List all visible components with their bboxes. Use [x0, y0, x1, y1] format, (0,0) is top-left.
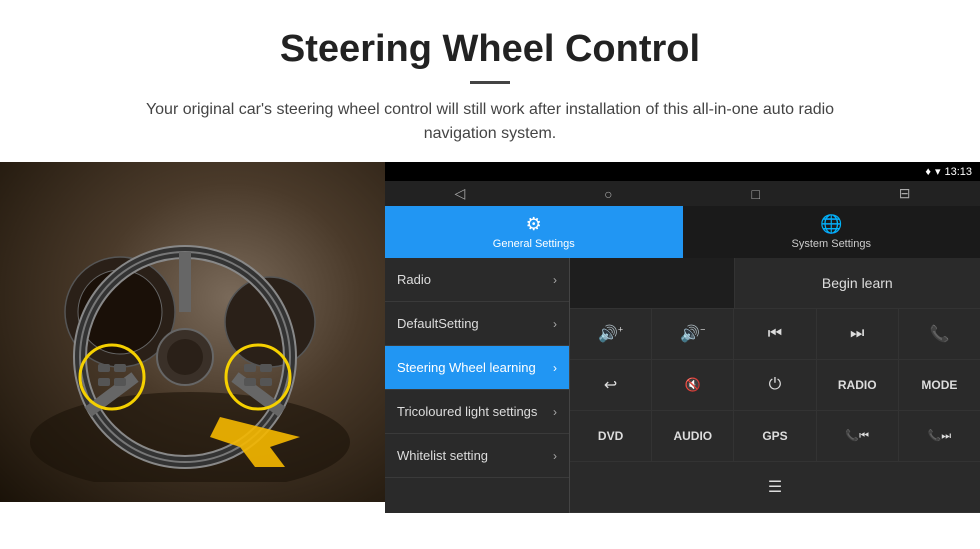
steering-wheel-illustration: [30, 182, 350, 482]
control-row-4: DVD AUDIO GPS 📞⏮ 📞⏭: [570, 411, 980, 462]
control-panel: Begin learn 🔊+ 🔊− ⏮ ⏭: [570, 258, 980, 513]
mode-label: MODE: [921, 378, 957, 392]
phone-prev-icon: 📞⏮: [845, 429, 869, 443]
menu-item-tricolour-label: Tricoloured light settings: [397, 404, 537, 419]
menu-item-default[interactable]: DefaultSetting ›: [385, 302, 569, 346]
mute-icon: 🔇: [685, 377, 701, 393]
system-settings-icon: 🌐: [820, 214, 842, 235]
location-icon: ♦: [925, 166, 931, 178]
main-panel: Radio › DefaultSetting › Steering Wheel …: [385, 258, 980, 513]
control-row-5: ☰: [570, 462, 980, 513]
radio-label: RADIO: [838, 378, 877, 392]
android-ui: ♦ ▾ 13:13 ◁ ○ □ ⊟ ⚙ General Settings 🌐 S…: [385, 162, 980, 502]
tabs-bar: ⚙ General Settings 🌐 System Settings: [385, 206, 980, 258]
next-icon: ⏭: [850, 325, 864, 343]
car-bg: [0, 162, 385, 502]
chevron-icon: ›: [553, 449, 557, 463]
divider: [470, 81, 510, 84]
list-button[interactable]: ☰: [570, 462, 980, 512]
menu-nav[interactable]: ⊟: [899, 185, 911, 202]
tab-system[interactable]: 🌐 System Settings: [683, 206, 980, 258]
next-track-button[interactable]: ⏭: [817, 309, 899, 359]
vol-up-button[interactable]: 🔊+: [570, 309, 652, 359]
home-nav[interactable]: ○: [604, 186, 612, 202]
status-bar: ♦ ▾ 13:13: [385, 162, 980, 181]
dvd-label: DVD: [598, 429, 623, 443]
control-row-3: ↩ 🔇 ⏻ RADIO MODE: [570, 360, 980, 411]
tab-system-label: System Settings: [792, 238, 871, 250]
empty-cell: [570, 258, 735, 308]
dvd-button[interactable]: DVD: [570, 411, 652, 461]
status-time: 13:13: [944, 166, 972, 178]
chevron-icon: ›: [553, 317, 557, 331]
recent-nav[interactable]: □: [751, 186, 759, 202]
audio-button[interactable]: AUDIO: [652, 411, 734, 461]
begin-learn-button[interactable]: Begin learn: [735, 258, 980, 308]
menu-item-whitelist[interactable]: Whitelist setting ›: [385, 434, 569, 478]
phone-icon: 📞: [929, 324, 949, 344]
phone-button[interactable]: 📞: [899, 309, 980, 359]
back-button[interactable]: ↩: [570, 360, 652, 410]
content-area: ♦ ▾ 13:13 ◁ ○ □ ⊟ ⚙ General Settings 🌐 S…: [0, 162, 980, 502]
menu-item-radio-label: Radio: [397, 272, 431, 287]
radio-button[interactable]: RADIO: [817, 360, 899, 410]
subtitle: Your original car's steering wheel contr…: [140, 98, 840, 146]
chevron-icon: ›: [553, 405, 557, 419]
status-icons: ♦ ▾ 13:13: [925, 165, 972, 178]
wifi-icon: ▾: [935, 165, 941, 178]
prev-track-button[interactable]: ⏮: [734, 309, 816, 359]
tab-general[interactable]: ⚙ General Settings: [385, 206, 683, 258]
power-icon: ⏻: [769, 376, 782, 394]
menu-item-steering-label: Steering Wheel learning: [397, 360, 536, 375]
tab-general-label: General Settings: [493, 238, 575, 250]
mode-button[interactable]: MODE: [899, 360, 980, 410]
chevron-icon: ›: [553, 361, 557, 375]
vol-down-icon: 🔊−: [680, 324, 705, 344]
back-nav[interactable]: ◁: [454, 185, 465, 202]
general-settings-icon: ⚙: [526, 214, 542, 235]
back-icon: ↩: [604, 375, 617, 395]
chevron-icon: ›: [553, 273, 557, 287]
car-image: [0, 162, 385, 502]
menu-item-steering[interactable]: Steering Wheel learning ›: [385, 346, 569, 390]
nav-bar: ◁ ○ □ ⊟: [385, 181, 980, 206]
prev-icon: ⏮: [768, 325, 782, 343]
phone-next-button[interactable]: 📞⏭: [899, 411, 980, 461]
menu-item-tricolour[interactable]: Tricoloured light settings ›: [385, 390, 569, 434]
menu-list: Radio › DefaultSetting › Steering Wheel …: [385, 258, 570, 513]
gps-label: GPS: [762, 429, 787, 443]
menu-item-radio[interactable]: Radio ›: [385, 258, 569, 302]
mute-button[interactable]: 🔇: [652, 360, 734, 410]
menu-item-default-label: DefaultSetting: [397, 316, 479, 331]
list-icon: ☰: [768, 477, 782, 497]
header: Steering Wheel Control Your original car…: [0, 0, 980, 162]
page-title: Steering Wheel Control: [40, 28, 940, 71]
menu-item-whitelist-label: Whitelist setting: [397, 448, 488, 463]
power-button[interactable]: ⏻: [734, 360, 816, 410]
phone-prev-button[interactable]: 📞⏮: [817, 411, 899, 461]
phone-next-icon: 📞⏭: [928, 429, 952, 443]
control-row-2: 🔊+ 🔊− ⏮ ⏭ 📞: [570, 309, 980, 360]
vol-up-icon: 🔊+: [598, 324, 623, 344]
audio-label: AUDIO: [673, 429, 712, 443]
vol-down-button[interactable]: 🔊−: [652, 309, 734, 359]
gps-button[interactable]: GPS: [734, 411, 816, 461]
control-row-1: Begin learn: [570, 258, 980, 309]
